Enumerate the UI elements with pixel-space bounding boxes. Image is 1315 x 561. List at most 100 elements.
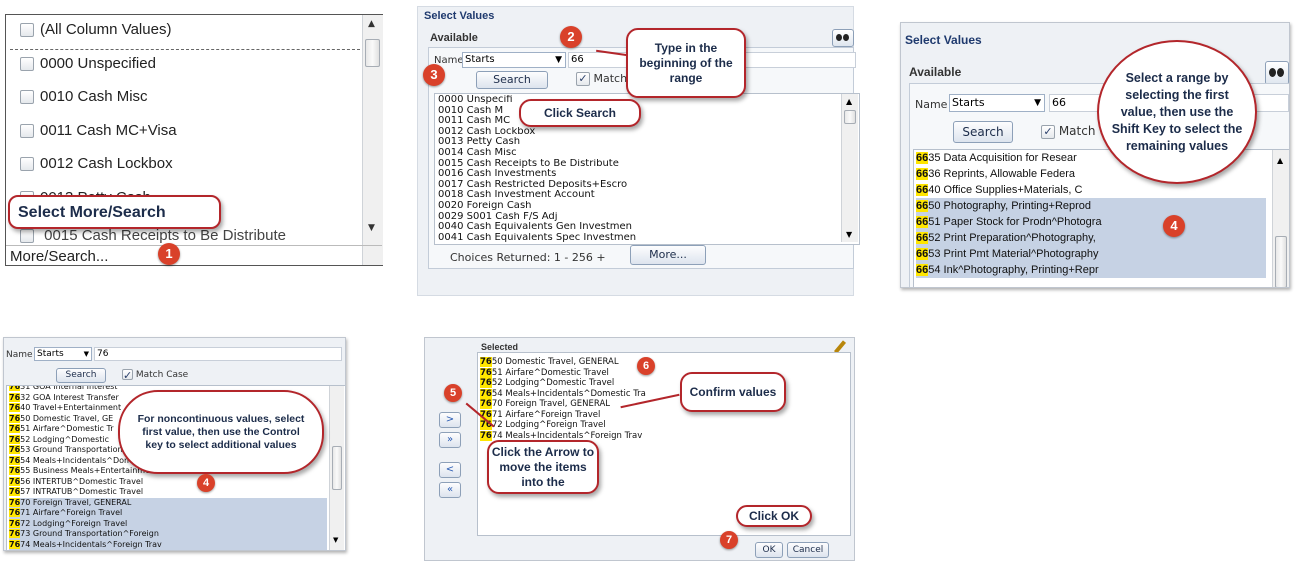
list-item[interactable]: 6652 Print Preparation^Photography, [916, 230, 1266, 246]
move-all-right-icon[interactable]: » [439, 432, 461, 448]
callout-text: Select a range by selecting the first va… [1111, 70, 1243, 153]
checkbox[interactable] [20, 157, 34, 172]
scroll-down-icon[interactable]: ▼ [333, 536, 338, 544]
checkbox[interactable] [20, 90, 34, 105]
checkbox[interactable] [20, 229, 34, 244]
list-item[interactable]: 0041 Cash Equivalents Spec Investmen [438, 233, 636, 244]
cancel-button[interactable]: Cancel [787, 542, 829, 558]
list-item-label: 57 INTRATUB^Domestic Travel [20, 487, 144, 496]
more-search-link[interactable]: More/Search... [10, 248, 108, 265]
list-item-label: 52 Lodging^Domestic [20, 434, 109, 444]
match-prefix: 76 [9, 518, 21, 528]
match-prefix: 66 [916, 152, 929, 164]
match-case-option[interactable]: Match [576, 72, 627, 86]
match-prefix: 76 [9, 508, 21, 517]
scroll-down-icon[interactable]: ▼ [846, 230, 852, 239]
match-prefix: 76 [480, 367, 492, 378]
scroll-thumb[interactable] [1275, 236, 1287, 287]
checkbox[interactable] [20, 56, 34, 71]
match-checkbox[interactable] [1041, 124, 1055, 139]
scrollbar[interactable]: ▲ ▼ [362, 15, 383, 265]
binoculars-icon[interactable] [832, 29, 854, 47]
list-item[interactable]: 0020 Foreign Cash [438, 201, 636, 212]
match-case-option[interactable]: Match [1041, 124, 1095, 139]
step-6-badge: 6 [637, 357, 655, 375]
list-item[interactable]: 6650 Photography, Printing+Reprod [916, 198, 1266, 214]
list-item[interactable]: 0017 Cash Restricted Deposits+Escro [438, 180, 636, 191]
scroll-thumb[interactable] [365, 39, 380, 67]
list-item[interactable]: 0040 Cash Equivalents Gen Investmen [438, 222, 636, 233]
move-right-icon[interactable]: > [439, 412, 461, 428]
list-item[interactable]: 0016 Cash Investments [438, 169, 636, 180]
scrollbar[interactable]: ▲ ▼ [841, 94, 858, 242]
list-item[interactable]: 0011 Cash MC+Visa [20, 122, 356, 156]
list-item[interactable]: 6654 Ink^Photography, Printing+Repr [916, 262, 1266, 278]
list-item[interactable]: 0018 Cash Investment Account [438, 190, 636, 201]
callout-text: Select More/Search [18, 203, 166, 221]
match-label: Match Case [135, 370, 189, 380]
scrollbar[interactable]: ▼ [329, 386, 344, 550]
scroll-up-icon[interactable]: ▲ [368, 19, 375, 29]
scroll-up-icon[interactable]: ▲ [1277, 156, 1283, 165]
list-item[interactable]: 7656 INTERTUB^Domestic Travel [9, 476, 327, 488]
scrollbar[interactable]: ▲ [1272, 150, 1289, 287]
match-case-option[interactable]: Match Case [122, 369, 188, 380]
move-left-icon[interactable]: < [439, 462, 461, 478]
divider [6, 245, 382, 246]
match-prefix: 76 [9, 487, 21, 496]
search-button[interactable]: Search [56, 368, 106, 383]
match-prefix: 66 [916, 184, 929, 196]
operator-value: Starts [465, 54, 495, 65]
match-prefix: 66 [916, 168, 929, 180]
search-button[interactable]: Search [953, 121, 1013, 143]
list-item[interactable]: 0012 Cash Lockbox [20, 155, 356, 189]
list-item[interactable]: 6653 Print Pmt Material^Photography [916, 246, 1266, 262]
scroll-thumb[interactable] [844, 110, 856, 124]
search-input[interactable]: 76 [94, 347, 342, 361]
list-item[interactable]: 7657 INTRATUB^Domestic Travel [9, 487, 327, 498]
shift-key-callout: Select a range by selecting the first va… [1097, 40, 1257, 184]
list-item[interactable]: 7670 Foreign Travel, GENERAL [9, 497, 327, 508]
operator-select[interactable]: Starts ▼ [949, 94, 1045, 112]
confirm-values-callout: Confirm values [680, 372, 786, 412]
more-button[interactable]: More... [630, 245, 706, 265]
list-item[interactable]: 0012 Cash Lockbox [438, 127, 636, 138]
operator-select[interactable]: Starts ▼ [462, 52, 566, 68]
list-item[interactable]: 0015 Cash Receipts to Be Distribute [20, 227, 286, 244]
list-item[interactable]: 7674 Meals+Incidentals^Foreign Trav [9, 539, 327, 550]
click-search-callout: Click Search [519, 99, 641, 127]
binoculars-icon[interactable] [1265, 61, 1289, 85]
list-item[interactable]: 6640 Office Supplies+Materials, C [916, 182, 1266, 198]
list-item[interactable]: 7672 Lodging^Foreign Travel [480, 420, 810, 431]
scroll-up-icon[interactable]: ▲ [846, 97, 852, 106]
scroll-thumb[interactable] [332, 446, 342, 490]
search-button[interactable]: Search [476, 71, 548, 89]
list-item[interactable]: 7671 Airfare^Foreign Travel [9, 508, 327, 519]
match-prefix: 76 [9, 403, 21, 412]
match-checkbox[interactable] [576, 72, 590, 86]
move-all-left-icon[interactable]: « [439, 482, 461, 498]
match-prefix: 76 [9, 386, 21, 391]
list-item[interactable]: 0010 Cash Misc [20, 88, 356, 122]
step-4-badge: 4 [1163, 215, 1185, 237]
match-checkbox[interactable] [122, 369, 133, 380]
list-item[interactable]: 0013 Petty Cash [438, 137, 636, 148]
list-item[interactable]: 7673 Ground Transportation^Foreign [9, 529, 327, 540]
list-item[interactable]: 7672 Lodging^Foreign Travel [9, 518, 327, 529]
select-more-search-callout: Select More/Search [8, 195, 221, 229]
list-item[interactable]: 0000 Unspecified [20, 55, 356, 89]
match-prefix: 76 [9, 476, 21, 486]
scroll-down-icon[interactable]: ▼ [368, 223, 375, 233]
checkbox[interactable] [20, 23, 34, 38]
match-prefix: 76 [480, 388, 492, 399]
operator-select[interactable]: Starts ▼ [34, 347, 92, 361]
list-item-label: 53 Print Pmt Material^Photography [928, 248, 1099, 260]
list-item[interactable]: 0029 S001 Cash F/S Adj [438, 212, 636, 223]
checkbox[interactable] [20, 123, 34, 138]
list-item[interactable]: 0015 Cash Receipts to Be Distribute [438, 159, 636, 170]
match-label: Match [593, 72, 628, 85]
list-item[interactable]: 6651 Paper Stock for Prodn^Photogra [916, 214, 1266, 230]
list-item[interactable]: 0014 Cash Misc [438, 148, 636, 159]
ok-button[interactable]: OK [755, 542, 783, 558]
choices-returned: Choices Returned: 1 - 256 + [450, 251, 606, 264]
